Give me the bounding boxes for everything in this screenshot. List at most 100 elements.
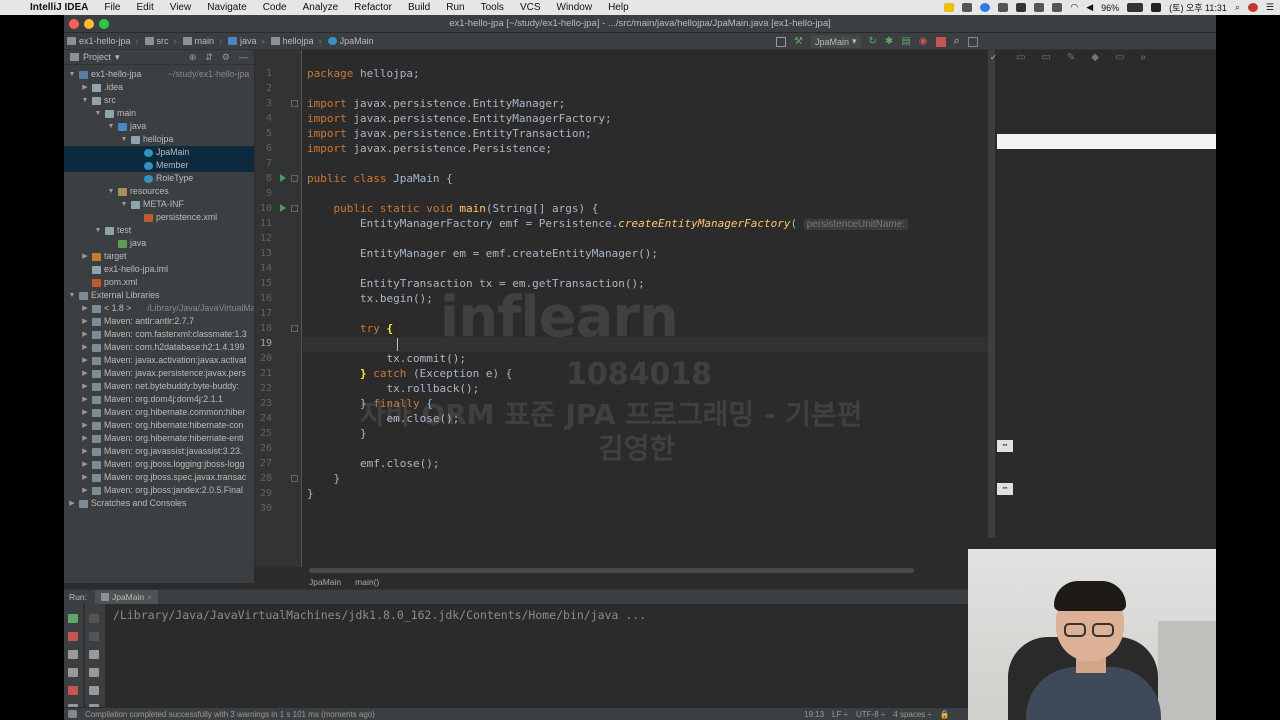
run-tab-jpamain[interactable]: JpaMain × <box>94 590 159 604</box>
close-tab-icon[interactable]: × <box>147 592 152 602</box>
project-panel-title[interactable]: Project <box>83 52 111 62</box>
tree-item[interactable]: ▼ java <box>64 120 254 133</box>
line-number[interactable]: 21 <box>255 366 272 381</box>
expand-arrow-icon[interactable]: ▼ <box>107 185 115 198</box>
expand-arrow-icon[interactable]: ▼ <box>81 94 89 107</box>
zoom-window-button[interactable] <box>99 19 109 29</box>
collapse-arrow-icon[interactable]: ▶ <box>81 328 89 341</box>
line-number[interactable]: 25 <box>255 426 272 441</box>
menu-navigate[interactable]: Navigate <box>199 2 254 13</box>
siri-icon[interactable] <box>1247 3 1258 12</box>
code-line[interactable]: import javax.persistence.EntityTransacti… <box>307 126 592 141</box>
chevron-down-icon[interactable]: ▾ <box>115 52 120 63</box>
tree-item[interactable]: ▶ Maven: org.hibernate:hibernate-enti <box>64 432 254 445</box>
line-number[interactable]: 8 <box>255 171 272 186</box>
stop-icon[interactable] <box>68 632 78 641</box>
input-source-icon[interactable] <box>1151 3 1162 12</box>
coverage-icon[interactable]: ▤ <box>901 36 910 47</box>
line-number[interactable]: 11 <box>255 216 272 231</box>
line-number[interactable]: 16 <box>255 291 272 306</box>
collapse-arrow-icon[interactable]: ▶ <box>81 393 89 406</box>
profile-icon[interactable]: ◉ <box>919 36 928 47</box>
line-number[interactable]: 12 <box>255 231 272 246</box>
tree-item[interactable]: RoleType <box>64 172 254 185</box>
code-line[interactable]: } <box>307 426 367 441</box>
tree-item[interactable]: ▼ test <box>64 224 254 237</box>
collapse-arrow-icon[interactable]: ▶ <box>81 354 89 367</box>
menu-edit[interactable]: Edit <box>128 2 161 13</box>
collapse-arrow-icon[interactable]: ▶ <box>81 419 89 432</box>
tree-item[interactable]: ▼ META-INF <box>64 198 254 211</box>
close-window-button[interactable] <box>69 19 79 29</box>
expand-icon[interactable]: » <box>1140 52 1146 63</box>
scroll-to-end-icon[interactable] <box>89 668 99 677</box>
line-number[interactable]: 23 <box>255 396 272 411</box>
menu-code[interactable]: Code <box>255 2 295 13</box>
window-icon[interactable]: ▭ <box>1041 52 1050 63</box>
editor-vertical-scrollbar[interactable] <box>988 50 995 538</box>
caret-position[interactable]: 19:13 <box>804 710 824 719</box>
menu-run[interactable]: Run <box>438 2 472 13</box>
console-output[interactable]: /Library/Java/JavaVirtualMachines/jdk1.8… <box>113 608 646 622</box>
exit-icon[interactable] <box>68 686 78 695</box>
line-number[interactable]: 14 <box>255 261 272 276</box>
line-number[interactable]: 18 <box>255 321 272 336</box>
arrow-up-icon[interactable] <box>89 614 99 623</box>
notes-icon[interactable] <box>998 3 1009 12</box>
expand-arrow-icon[interactable]: ▼ <box>120 133 128 146</box>
collapse-arrow-icon[interactable]: ▶ <box>81 250 89 263</box>
collapse-arrow-icon[interactable]: ▶ <box>81 302 89 315</box>
menubar-clock[interactable]: (토) 오후 11:31 <box>1169 1 1227 14</box>
tree-item[interactable]: persistence.xml <box>64 211 254 224</box>
toggle-tool-windows-icon[interactable] <box>68 710 77 718</box>
code-line[interactable]: import javax.persistence.Persistence; <box>307 141 552 156</box>
collapse-all-icon[interactable]: ⇵ <box>205 52 213 63</box>
nav-crumb-src[interactable]: src › <box>142 36 180 46</box>
code-line[interactable]: tx.begin(); <box>307 291 433 306</box>
tree-item[interactable]: ▼ src <box>64 94 254 107</box>
tree-item[interactable]: Member <box>64 159 254 172</box>
line-number[interactable]: 30 <box>255 501 272 516</box>
tree-item[interactable]: ▶ Maven: antlr:antlr:2.7.7 <box>64 315 254 328</box>
code-line[interactable]: import javax.persistence.EntityManagerFa… <box>307 111 612 126</box>
print-icon[interactable] <box>89 686 99 695</box>
lock-icon[interactable]: 🔒 <box>940 710 950 719</box>
nav-crumb-hellojpa[interactable]: hellojpa › <box>268 36 325 46</box>
wifi-icon[interactable]: ◠ <box>1070 2 1078 13</box>
expand-arrow-icon[interactable]: ▼ <box>120 198 128 211</box>
build-hammer-icon[interactable]: ⚒ <box>794 36 803 47</box>
fold-marker-icon[interactable] <box>291 205 298 212</box>
debug-icon[interactable]: ✱ <box>885 36 893 47</box>
locate-file-icon[interactable]: ⊕ <box>189 52 197 63</box>
code-line[interactable]: public class JpaMain { <box>307 171 453 186</box>
gear-icon[interactable]: ⚙ <box>222 52 230 63</box>
nav-crumb-jpamain[interactable]: JpaMain <box>325 36 377 46</box>
expand-arrow-icon[interactable]: ▼ <box>68 289 76 302</box>
tree-item[interactable]: ▶ Maven: org.jboss.spec.javax.transac <box>64 471 254 484</box>
code-line[interactable]: emf.close(); <box>307 456 439 471</box>
expand-arrow-icon[interactable]: ▼ <box>107 120 115 133</box>
collapse-arrow-icon[interactable]: ▶ <box>81 315 89 328</box>
collapse-arrow-icon[interactable]: ▶ <box>81 458 89 471</box>
camera-icon[interactable] <box>68 668 78 677</box>
window-icon[interactable]: ▭ <box>1016 52 1025 63</box>
run-config-select[interactable]: JpaMain ▾ <box>810 35 861 48</box>
editor-horizontal-scrollbar[interactable] <box>309 568 914 573</box>
collapse-arrow-icon[interactable]: ▶ <box>81 471 89 484</box>
tree-item[interactable]: ▶ Maven: org.javassist:javassist:3.23. <box>64 445 254 458</box>
layout-icon[interactable] <box>776 36 786 47</box>
file-encoding[interactable]: UTF-8 ÷ <box>856 710 885 719</box>
minimize-window-button[interactable] <box>84 19 94 29</box>
tree-item[interactable]: ▶ Maven: com.h2database:h2:1.4.199 <box>64 341 254 354</box>
tree-item[interactable]: ▼ External Libraries <box>64 289 254 302</box>
tree-item[interactable]: ▶ Maven: org.jboss.logging:jboss-logg <box>64 458 254 471</box>
tree-item[interactable]: ▶ Maven: javax.activation:javax.activat <box>64 354 254 367</box>
line-number[interactable]: 10 <box>255 201 272 216</box>
notification-center-icon[interactable]: ☰ <box>1266 2 1274 13</box>
collapse-arrow-icon[interactable]: ▶ <box>81 81 89 94</box>
menu-tools[interactable]: Tools <box>473 2 512 13</box>
fold-marker-icon[interactable] <box>291 175 298 182</box>
window-icon[interactable]: ▭ <box>1115 52 1124 63</box>
line-number[interactable]: 17 <box>255 306 272 321</box>
tree-item[interactable]: ▶ Scratches and Consoles <box>64 497 254 510</box>
